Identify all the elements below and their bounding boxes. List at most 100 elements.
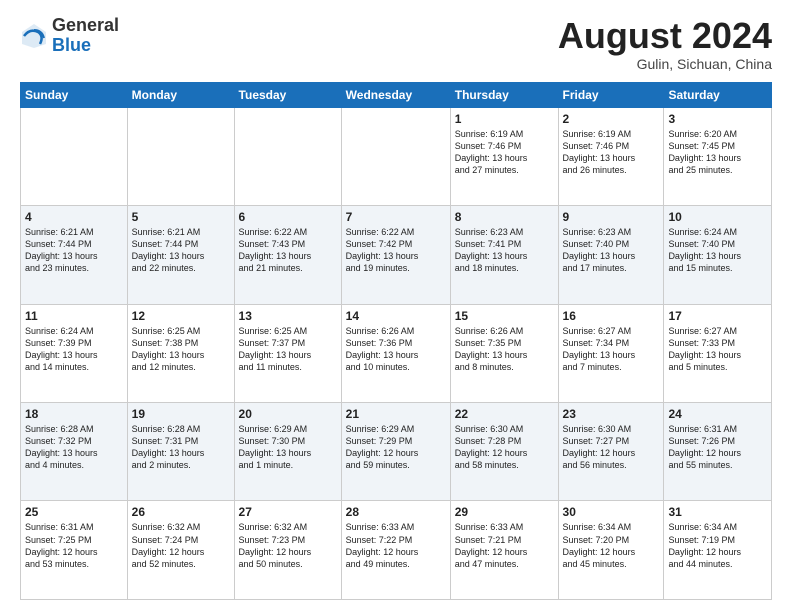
day-number: 8 (455, 210, 554, 224)
calendar-table: SundayMondayTuesdayWednesdayThursdayFrid… (20, 82, 772, 600)
calendar-cell: 20 Sunrise: 6:29 AMSunset: 7:30 PMDayligh… (234, 403, 341, 501)
day-info: Sunrise: 6:20 AMSunset: 7:45 PMDaylight:… (668, 128, 767, 177)
day-number: 13 (239, 309, 337, 323)
day-info: Sunrise: 6:31 AMSunset: 7:25 PMDaylight:… (25, 521, 123, 570)
calendar-cell: 26 Sunrise: 6:32 AMSunset: 7:24 PMDayligh… (127, 501, 234, 600)
calendar-cell: 12 Sunrise: 6:25 AMSunset: 7:38 PMDayligh… (127, 304, 234, 402)
day-number: 12 (132, 309, 230, 323)
day-number: 19 (132, 407, 230, 421)
calendar-cell: 23Sunrise: 6:30 AMSunset: 7:27 PMDayligh… (558, 403, 664, 501)
day-number: 16 (563, 309, 660, 323)
calendar-cell: 31 Sunrise: 6:34 AMSunset: 7:19 PMDayligh… (664, 501, 772, 600)
calendar-cell: 10 Sunrise: 6:24 AMSunset: 7:40 PMDayligh… (664, 206, 772, 304)
day-number: 4 (25, 210, 123, 224)
weekday-header: Monday (127, 82, 234, 107)
day-info: Sunrise: 6:19 AMSunset: 7:46 PMDaylight:… (455, 128, 554, 177)
calendar-week-row: 11 Sunrise: 6:24 AMSunset: 7:39 PMDayligh… (21, 304, 772, 402)
logo: General Blue (20, 16, 119, 56)
day-number: 28 (346, 505, 446, 519)
day-info: Sunrise: 6:27 AMSunset: 7:33 PMDaylight:… (668, 325, 767, 374)
day-info: Sunrise: 6:24 AMSunset: 7:39 PMDaylight:… (25, 325, 123, 374)
day-info: Sunrise: 6:26 AMSunset: 7:35 PMDaylight:… (455, 325, 554, 374)
title-area: August 2024 Gulin, Sichuan, China (558, 16, 772, 72)
day-info: Sunrise: 6:28 AMSunset: 7:32 PMDaylight:… (25, 423, 123, 472)
day-number: 20 (239, 407, 337, 421)
day-info: Sunrise: 6:32 AMSunset: 7:24 PMDaylight:… (132, 521, 230, 570)
header: General Blue August 2024 Gulin, Sichuan,… (20, 16, 772, 72)
logo-text: General Blue (52, 16, 119, 56)
calendar-cell: 19 Sunrise: 6:28 AMSunset: 7:31 PMDayligh… (127, 403, 234, 501)
day-number: 26 (132, 505, 230, 519)
calendar-cell: 25Sunrise: 6:31 AMSunset: 7:25 PMDayligh… (21, 501, 128, 600)
day-info: Sunrise: 6:25 AMSunset: 7:38 PMDaylight:… (132, 325, 230, 374)
logo-blue: Blue (52, 35, 91, 55)
day-info: Sunrise: 6:19 AMSunset: 7:46 PMDaylight:… (563, 128, 660, 177)
day-info: Sunrise: 6:22 AMSunset: 7:42 PMDaylight:… (346, 226, 446, 275)
calendar-cell: 29 Sunrise: 6:33 AMSunset: 7:21 PMDayligh… (450, 501, 558, 600)
weekday-header: Friday (558, 82, 664, 107)
day-number: 2 (563, 112, 660, 126)
day-info: Sunrise: 6:23 AMSunset: 7:41 PMDaylight:… (455, 226, 554, 275)
weekday-header: Saturday (664, 82, 772, 107)
calendar-cell: 30 Sunrise: 6:34 AMSunset: 7:20 PMDayligh… (558, 501, 664, 600)
day-number: 1 (455, 112, 554, 126)
calendar-cell: 7 Sunrise: 6:22 AMSunset: 7:42 PMDaylight… (341, 206, 450, 304)
day-number: 7 (346, 210, 446, 224)
calendar-cell: 15Sunrise: 6:26 AMSunset: 7:35 PMDayligh… (450, 304, 558, 402)
calendar-cell: 14 Sunrise: 6:26 AMSunset: 7:36 PMDayligh… (341, 304, 450, 402)
calendar-week-row: 25Sunrise: 6:31 AMSunset: 7:25 PMDayligh… (21, 501, 772, 600)
weekday-header: Wednesday (341, 82, 450, 107)
day-number: 29 (455, 505, 554, 519)
calendar-cell: 27 Sunrise: 6:32 AMSunset: 7:23 PMDayligh… (234, 501, 341, 600)
month-title: August 2024 (558, 16, 772, 56)
day-info: Sunrise: 6:31 AMSunset: 7:26 PMDaylight:… (668, 423, 767, 472)
day-number: 11 (25, 309, 123, 323)
day-info: Sunrise: 6:26 AMSunset: 7:36 PMDaylight:… (346, 325, 446, 374)
calendar: SundayMondayTuesdayWednesdayThursdayFrid… (20, 82, 772, 600)
day-number: 9 (563, 210, 660, 224)
calendar-cell: 17 Sunrise: 6:27 AMSunset: 7:33 PMDayligh… (664, 304, 772, 402)
weekday-row: SundayMondayTuesdayWednesdayThursdayFrid… (21, 82, 772, 107)
calendar-week-row: 4 Sunrise: 6:21 AMSunset: 7:44 PMDaylight… (21, 206, 772, 304)
day-info: Sunrise: 6:33 AMSunset: 7:22 PMDaylight:… (346, 521, 446, 570)
calendar-cell: 13Sunrise: 6:25 AMSunset: 7:37 PMDayligh… (234, 304, 341, 402)
day-number: 27 (239, 505, 337, 519)
day-info: Sunrise: 6:21 AMSunset: 7:44 PMDaylight:… (25, 226, 123, 275)
weekday-header: Thursday (450, 82, 558, 107)
day-number: 14 (346, 309, 446, 323)
day-info: Sunrise: 6:23 AMSunset: 7:40 PMDaylight:… (563, 226, 660, 275)
calendar-cell: 2 Sunrise: 6:19 AMSunset: 7:46 PMDaylight… (558, 107, 664, 205)
day-info: Sunrise: 6:33 AMSunset: 7:21 PMDaylight:… (455, 521, 554, 570)
day-info: Sunrise: 6:27 AMSunset: 7:34 PMDaylight:… (563, 325, 660, 374)
calendar-cell (127, 107, 234, 205)
logo-general: General (52, 15, 119, 35)
day-info: Sunrise: 6:30 AMSunset: 7:28 PMDaylight:… (455, 423, 554, 472)
day-number: 22 (455, 407, 554, 421)
day-info: Sunrise: 6:32 AMSunset: 7:23 PMDaylight:… (239, 521, 337, 570)
calendar-cell: 4 Sunrise: 6:21 AMSunset: 7:44 PMDaylight… (21, 206, 128, 304)
day-info: Sunrise: 6:29 AMSunset: 7:29 PMDaylight:… (346, 423, 446, 472)
calendar-cell (341, 107, 450, 205)
calendar-cell (21, 107, 128, 205)
day-number: 23 (563, 407, 660, 421)
day-number: 6 (239, 210, 337, 224)
day-info: Sunrise: 6:34 AMSunset: 7:19 PMDaylight:… (668, 521, 767, 570)
calendar-cell: 16 Sunrise: 6:27 AMSunset: 7:34 PMDayligh… (558, 304, 664, 402)
calendar-cell: 28 Sunrise: 6:33 AMSunset: 7:22 PMDayligh… (341, 501, 450, 600)
day-number: 5 (132, 210, 230, 224)
weekday-header: Sunday (21, 82, 128, 107)
day-number: 17 (668, 309, 767, 323)
day-info: Sunrise: 6:28 AMSunset: 7:31 PMDaylight:… (132, 423, 230, 472)
day-info: Sunrise: 6:29 AMSunset: 7:30 PMDaylight:… (239, 423, 337, 472)
calendar-cell: 3Sunrise: 6:20 AMSunset: 7:45 PMDaylight… (664, 107, 772, 205)
location-subtitle: Gulin, Sichuan, China (558, 56, 772, 72)
day-number: 31 (668, 505, 767, 519)
day-info: Sunrise: 6:34 AMSunset: 7:20 PMDaylight:… (563, 521, 660, 570)
day-number: 30 (563, 505, 660, 519)
page: General Blue August 2024 Gulin, Sichuan,… (0, 0, 792, 612)
day-info: Sunrise: 6:24 AMSunset: 7:40 PMDaylight:… (668, 226, 767, 275)
day-number: 21 (346, 407, 446, 421)
logo-icon (20, 22, 48, 50)
day-number: 10 (668, 210, 767, 224)
calendar-week-row: 18Sunrise: 6:28 AMSunset: 7:32 PMDayligh… (21, 403, 772, 501)
